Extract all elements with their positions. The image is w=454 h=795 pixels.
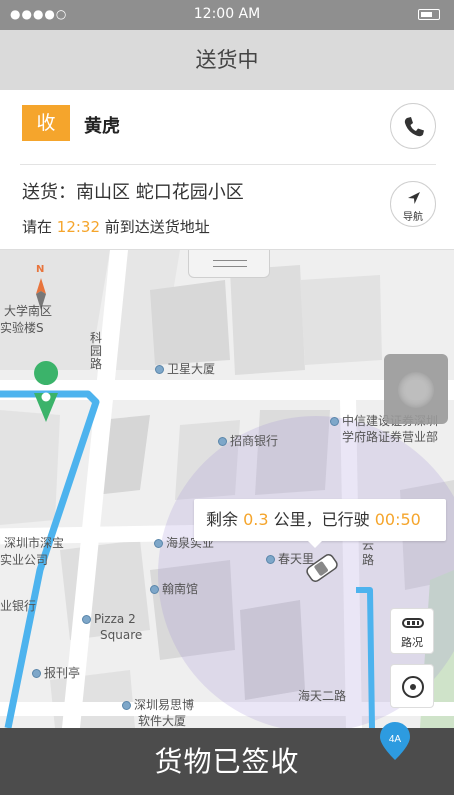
delivery-info-card: 收 黄虎 送货：南山区 蛇口花园小区 请在 12:32 前到达送货地址 导航: [0, 90, 454, 250]
poi-icon: [150, 585, 159, 594]
traffic-icon: [402, 618, 424, 628]
map-label: 学府路证券营业部: [342, 430, 439, 444]
divider: [20, 164, 436, 165]
map-label: 招商银行: [218, 432, 278, 449]
phone-icon: [404, 117, 424, 137]
map-label: 业银行: [0, 599, 37, 613]
poi-icon: [154, 539, 163, 548]
recipient-name: 黄虎: [84, 116, 120, 137]
poi-text: 深圳易思博: [134, 698, 195, 712]
delivery-deadline: 请在 12:32 前到达送货地址: [22, 216, 210, 237]
poi-text: 卫星大厦: [167, 362, 216, 376]
route-badge-label: 4A: [389, 734, 402, 745]
deadline-suffix: 前到达送货地址: [100, 218, 210, 236]
progress-middle: 公里，已行驶: [268, 510, 375, 529]
route-badge: 4A: [380, 722, 410, 760]
poi-icon: [122, 701, 131, 710]
map-label: 科 园 路: [90, 331, 103, 371]
map-label: 软件大厦: [138, 714, 187, 728]
map-label: 深圳市深宝: [4, 536, 65, 550]
poi-icon: [218, 437, 227, 446]
map-label: 卫星大厦: [155, 360, 215, 377]
map-label: 深圳易思博: [122, 696, 194, 713]
map-label: 春天里: [266, 550, 314, 567]
map-label: 实业公司: [0, 553, 49, 567]
poi-icon: [266, 555, 275, 564]
map-label: 云 路: [362, 538, 375, 567]
map-view[interactable]: N 大学南区 实验楼S 科 园 路 卫星大厦 中信建设证券深圳 学府路证券营业部…: [0, 250, 454, 728]
progress-bubble: 剩余 0.3 公里，已行驶 00:50: [194, 499, 446, 548]
map-label: Square: [100, 628, 143, 642]
map-drawer-handle[interactable]: [188, 250, 270, 278]
elapsed-time: 00:50: [374, 510, 421, 529]
page-title: 送货中: [0, 30, 454, 90]
recipient-badge: 收: [22, 105, 70, 141]
status-bar: ●●●●○ 12:00 AM: [0, 0, 454, 30]
traffic-button[interactable]: 路况: [390, 608, 434, 654]
deadline-prefix: 请在: [22, 218, 57, 236]
poi-icon: [32, 669, 41, 678]
map-label: 报刊亭: [32, 664, 80, 681]
map-label: 海天二路: [298, 689, 347, 703]
map-base: [0, 250, 454, 728]
poi-icon: [82, 615, 91, 624]
poi-text: 翰南馆: [162, 582, 199, 596]
navigate-button[interactable]: 导航: [390, 181, 436, 227]
status-time: 12:00 AM: [193, 6, 261, 22]
battery-icon: [418, 9, 440, 20]
map-label: Pizza 2: [82, 612, 136, 626]
remaining-distance: 0.3: [243, 510, 269, 529]
progress-prefix: 剩余: [206, 510, 244, 529]
poi-text: 报刊亭: [44, 666, 81, 680]
map-label: 翰南馆: [150, 580, 198, 597]
poi-text: Pizza 2: [94, 612, 136, 626]
poi-text: 春天里: [278, 552, 315, 566]
deadline-time: 12:32: [56, 218, 101, 236]
poi-text: 招商银行: [230, 434, 279, 448]
call-button[interactable]: [390, 103, 436, 149]
navigate-arrow-icon: [408, 192, 420, 204]
delivery-address: 送货：南山区 蛇口花园小区: [22, 182, 244, 203]
map-layer-button[interactable]: [384, 354, 448, 424]
map-label: 大学南区: [4, 304, 53, 318]
traffic-label: 路况: [401, 636, 423, 649]
navigate-label: 导航: [403, 212, 423, 223]
poi-icon: [330, 417, 339, 426]
poi-icon: [155, 365, 164, 374]
locate-button[interactable]: [390, 664, 434, 708]
map-label: 实验楼S: [0, 321, 44, 335]
